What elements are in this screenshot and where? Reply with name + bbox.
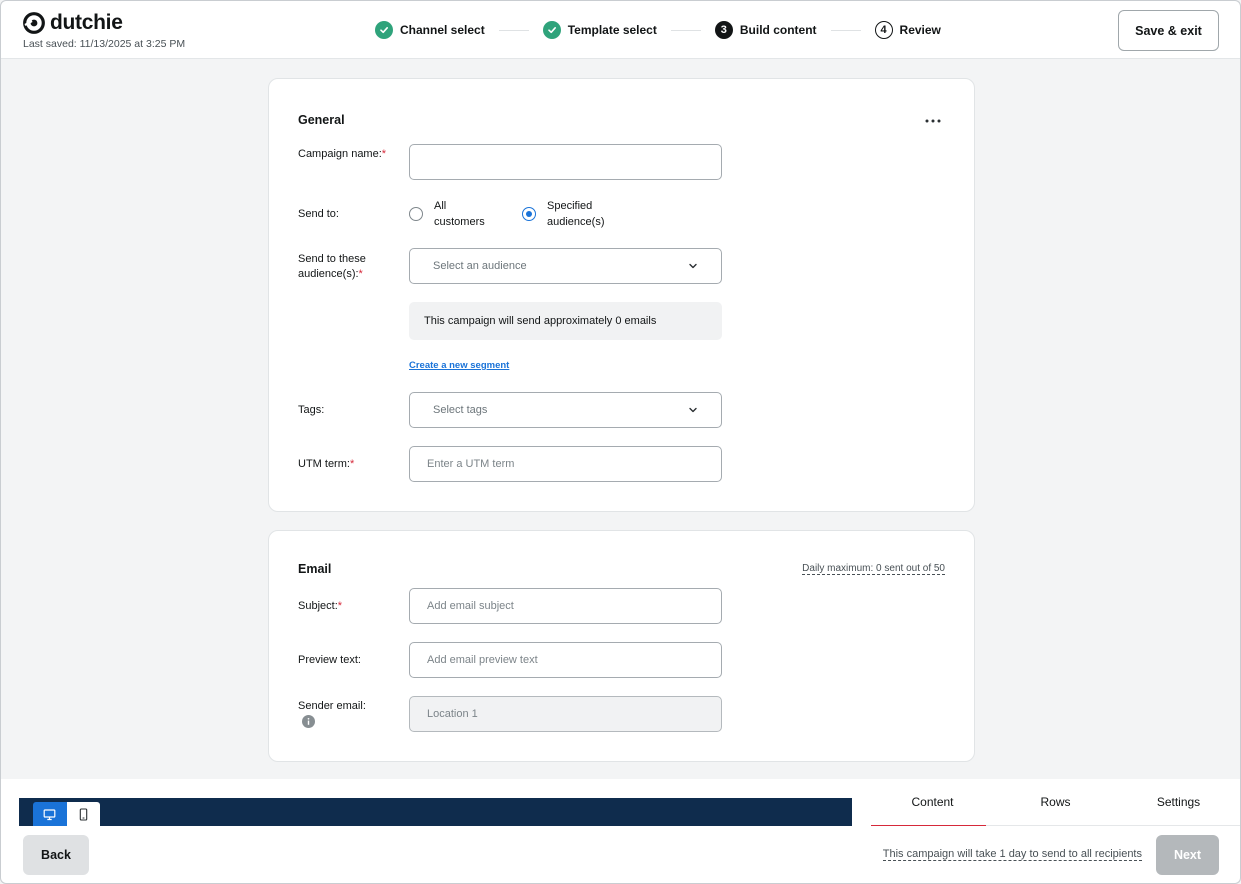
step-label: Channel select xyxy=(400,23,485,37)
campaign-name-input[interactable] xyxy=(409,144,722,180)
subject-input[interactable] xyxy=(409,588,722,624)
check-circle-icon xyxy=(375,21,393,39)
next-button[interactable]: Next xyxy=(1156,835,1219,875)
radio-label: All customers xyxy=(434,200,485,228)
chevron-down-icon xyxy=(689,263,697,269)
preview-text-label: Preview text: xyxy=(298,654,361,666)
step-divider xyxy=(830,29,861,31)
step-channel-select[interactable]: Channel select xyxy=(375,21,485,39)
radio-button[interactable] xyxy=(409,207,423,221)
brand: dutchie Last saved: 11/13/2025 at 3:25 P… xyxy=(23,11,185,50)
top-header: dutchie Last saved: 11/13/2025 at 3:25 P… xyxy=(1,1,1240,59)
required-asterisk: * xyxy=(358,267,363,280)
send-to-label: Send to: xyxy=(298,208,339,220)
step-label: Template select xyxy=(567,23,657,37)
sender-email-label: Sender email: xyxy=(298,700,366,712)
radio-specified-audiences[interactable]: Specified audience(s) xyxy=(522,199,605,230)
radio-label: Specified audience(s) xyxy=(547,200,605,228)
daily-maximum-text[interactable]: Daily maximum: 0 sent out of 50 xyxy=(802,563,945,575)
desktop-view-button[interactable] xyxy=(33,802,67,826)
step-build-content[interactable]: 3 Build content xyxy=(714,21,817,39)
step-label: Build content xyxy=(739,23,817,37)
tab-rows[interactable]: Rows xyxy=(994,779,1117,825)
email-canvas-preview xyxy=(19,798,852,826)
audience-select-placeholder: Select an audience xyxy=(433,260,527,272)
audiences-label: Send to these audience(s):* xyxy=(298,253,366,280)
radio-button-selected[interactable] xyxy=(522,207,536,221)
save-exit-button[interactable]: Save & exit xyxy=(1118,10,1219,51)
email-title: Email xyxy=(298,562,332,576)
step-template-select[interactable]: Template select xyxy=(542,21,657,39)
create-segment-link[interactable]: Create a new segment xyxy=(409,360,509,371)
mobile-view-button[interactable] xyxy=(66,802,100,826)
email-editor-strip: Content Rows Settings xyxy=(1,779,1240,826)
last-saved-text: Last saved: 11/13/2025 at 3:25 PM xyxy=(23,38,186,50)
tab-settings[interactable]: Settings xyxy=(1117,779,1240,825)
sender-email-input xyxy=(409,696,722,732)
radio-all-customers[interactable]: All customers xyxy=(409,199,492,230)
mobile-icon xyxy=(79,807,88,821)
tags-select[interactable]: Select tags xyxy=(409,392,722,428)
back-button[interactable]: Back xyxy=(23,835,89,875)
step-label: Review xyxy=(899,23,941,37)
step-divider xyxy=(498,29,529,31)
tags-select-placeholder: Select tags xyxy=(433,404,488,416)
subject-label: Subject:* xyxy=(298,600,343,612)
preview-text-input[interactable] xyxy=(409,642,722,678)
device-view-toggle xyxy=(33,802,100,826)
step-number: 3 xyxy=(714,21,733,39)
more-horizontal-icon[interactable] xyxy=(923,116,943,126)
dutchie-logo-icon xyxy=(23,12,45,34)
audience-select[interactable]: Select an audience xyxy=(409,248,722,284)
required-asterisk: * xyxy=(349,458,355,470)
step-number: 4 xyxy=(874,21,893,39)
email-estimate-box: This campaign will send approximately 0 … xyxy=(409,302,722,340)
utm-term-input[interactable] xyxy=(409,446,722,482)
required-asterisk: * xyxy=(381,148,387,160)
general-title: General xyxy=(298,113,345,127)
send-duration-text[interactable]: This campaign will take 1 day to send to… xyxy=(882,848,1142,861)
progress-stepper: Channel select Template select 3 Build c… xyxy=(375,21,941,39)
step-divider xyxy=(670,29,701,31)
send-to-radio-group: All customers Specified audience(s) xyxy=(409,199,605,230)
campaign-name-label: Campaign name:* xyxy=(298,148,387,160)
tab-content[interactable]: Content xyxy=(871,779,994,826)
step-review[interactable]: 4 Review xyxy=(874,21,941,39)
tags-label: Tags: xyxy=(298,404,325,416)
desktop-icon xyxy=(43,808,56,820)
email-card: Email Daily maximum: 0 sent out of 50 Su… xyxy=(268,530,975,762)
info-icon[interactable] xyxy=(302,715,315,728)
chevron-down-icon xyxy=(689,407,697,413)
check-circle-icon xyxy=(542,21,561,39)
editor-side-tabs: Content Rows Settings xyxy=(871,779,1240,826)
brand-name: dutchie xyxy=(50,11,123,34)
general-card: General Campaign name:* Send to: All cus… xyxy=(268,78,975,512)
required-asterisk: * xyxy=(337,600,343,612)
utm-term-label: UTM term:* xyxy=(298,458,355,470)
bottom-footer: Back This campaign will take 1 day to se… xyxy=(1,826,1240,883)
